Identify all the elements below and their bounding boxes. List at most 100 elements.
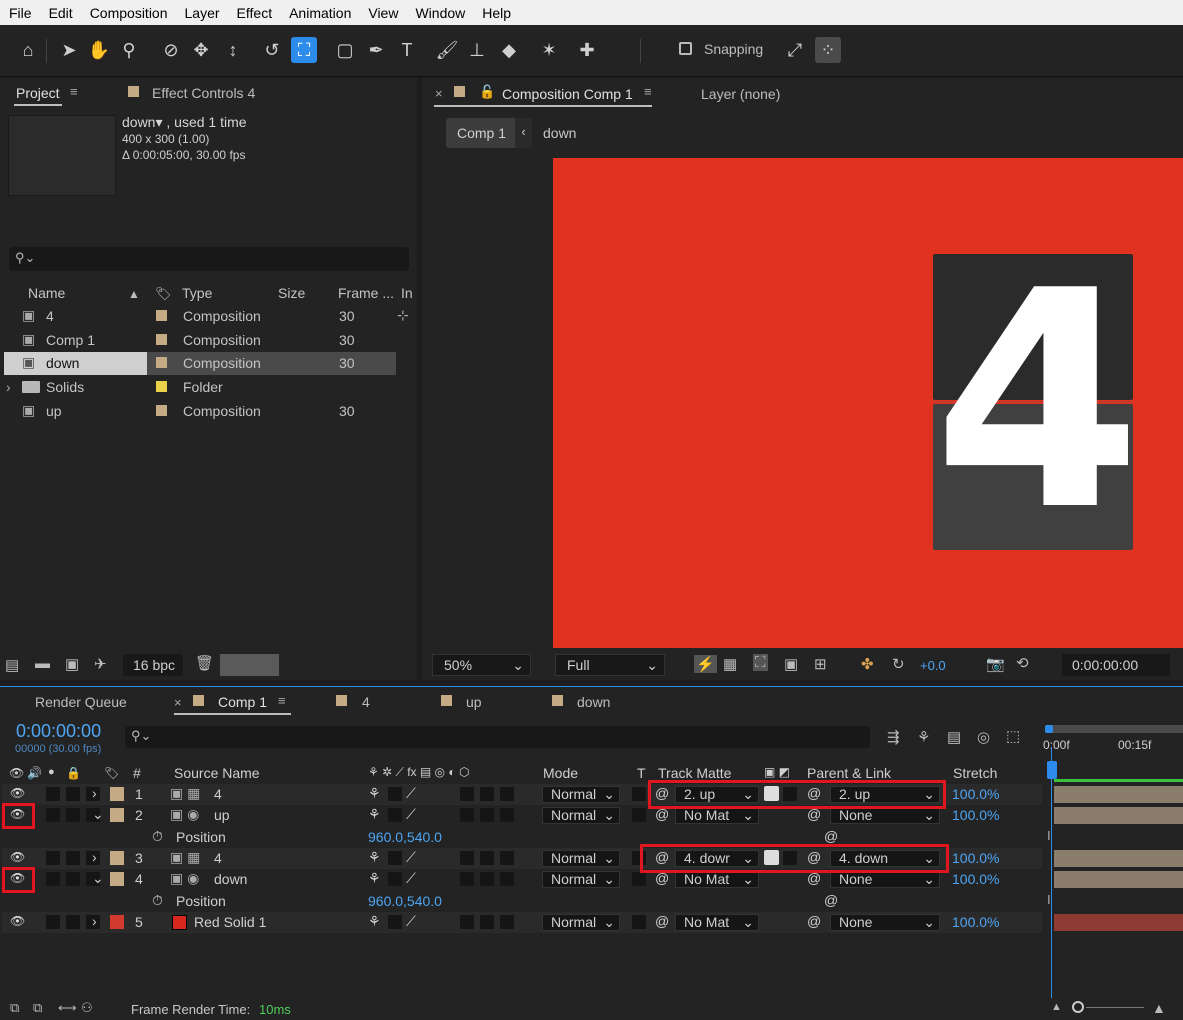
- timeline-timecode[interactable]: 0:00:00:00: [16, 721, 101, 742]
- flowchart-icon[interactable]: ⊹: [397, 307, 409, 324]
- new-folder-icon[interactable]: ▬: [35, 655, 50, 672]
- pan-camera-icon[interactable]: ✥: [188, 37, 214, 63]
- matte-pickwhip-icon[interactable]: @: [655, 913, 669, 929]
- menu-edit[interactable]: Edit: [40, 5, 81, 21]
- shy-switch-icon[interactable]: ⚘: [368, 913, 381, 930]
- col-parent-link[interactable]: Parent & Link: [807, 765, 891, 781]
- tab-render-queue[interactable]: Render Queue: [35, 694, 127, 710]
- brush-tool-icon[interactable]: 🖌: [434, 37, 460, 63]
- project-menu-icon[interactable]: ≡: [70, 84, 78, 99]
- snap-edges-icon[interactable]: ⤢: [782, 37, 808, 63]
- project-settings-icon[interactable]: ✈: [94, 655, 107, 673]
- quality-switch-icon[interactable]: ⟋: [406, 870, 416, 887]
- zoom-out-icon[interactable]: ▲: [1051, 1001, 1062, 1013]
- track-matte-dropdown[interactable]: No Mat ⌄: [675, 871, 759, 888]
- resolution-dropdown[interactable]: Full ⌄: [555, 654, 665, 676]
- type-tool-icon[interactable]: T: [394, 37, 420, 63]
- trash-icon[interactable]: 🗑: [195, 654, 214, 672]
- col-mode[interactable]: Mode: [543, 765, 578, 781]
- layer-switches-icon[interactable]: ⧉: [10, 1000, 19, 1016]
- list-item[interactable]: ▣ Comp 1 Composition 30: [4, 329, 396, 352]
- comp-viewer[interactable]: 4: [553, 158, 1183, 648]
- in-out-toggle-icon[interactable]: ⟷: [58, 1000, 77, 1016]
- shy-switch-icon[interactable]: ⚘: [368, 849, 381, 866]
- parent-dropdown[interactable]: None ⌄: [830, 807, 940, 824]
- mode-dropdown[interactable]: Normal ⌄: [542, 807, 620, 824]
- comp-menu-icon[interactable]: ≡: [644, 84, 652, 99]
- tab-4[interactable]: 4: [362, 694, 370, 710]
- shy-switch-icon[interactable]: ⚘: [368, 806, 381, 823]
- work-area-start-handle[interactable]: [1045, 725, 1053, 733]
- tab-project[interactable]: Project: [16, 85, 60, 101]
- tab-composition[interactable]: Composition Comp 1: [502, 86, 633, 102]
- expand-chevron-icon[interactable]: ›: [92, 913, 97, 929]
- eraser-tool-icon[interactable]: ◆: [496, 37, 522, 63]
- snap-points-icon[interactable]: ⁘: [815, 37, 841, 63]
- playhead-handle[interactable]: [1047, 761, 1057, 779]
- reset-exposure-icon[interactable]: ↻: [892, 655, 905, 673]
- tab-up[interactable]: up: [466, 694, 482, 710]
- visibility-eye-icon[interactable]: 👁: [10, 786, 25, 800]
- timeline-menu-icon[interactable]: ≡: [278, 693, 286, 708]
- layer-bar[interactable]: [1054, 807, 1183, 824]
- parent-dropdown[interactable]: None ⌄: [830, 871, 940, 888]
- shy-switch-icon[interactable]: ⚘: [368, 785, 381, 802]
- col-track-matte[interactable]: Track Matte: [658, 765, 731, 781]
- menu-help[interactable]: Help: [473, 5, 519, 21]
- menu-layer[interactable]: Layer: [176, 5, 228, 21]
- menu-composition[interactable]: Composition: [81, 5, 176, 21]
- menu-effect[interactable]: Effect: [228, 5, 281, 21]
- frame-blending-icon[interactable]: ▤: [947, 728, 961, 746]
- lock-icon[interactable]: 🔓: [479, 84, 495, 100]
- quality-switch-icon[interactable]: ⟋: [406, 913, 416, 930]
- list-item-selected[interactable]: ▣ down Composition 30: [4, 352, 396, 375]
- orbit-camera-icon[interactable]: ⊘: [158, 37, 184, 63]
- menu-window[interactable]: Window: [406, 5, 473, 21]
- menu-view[interactable]: View: [359, 5, 406, 21]
- rotate-tool-icon[interactable]: ↺: [259, 37, 285, 63]
- parent-pickwhip-icon[interactable]: @: [807, 913, 821, 929]
- anchor-point-tool-icon[interactable]: ⛶: [291, 37, 317, 63]
- col-t[interactable]: T: [637, 765, 646, 781]
- layer-bar[interactable]: [1054, 914, 1183, 931]
- puppet-pin-icon[interactable]: ✚: [574, 37, 600, 63]
- motion-blur-icon[interactable]: ◎: [977, 728, 990, 746]
- expression-pickwhip-icon[interactable]: @: [824, 828, 838, 844]
- roto-brush-icon[interactable]: ✶: [536, 37, 562, 63]
- close-icon[interactable]: ×: [174, 695, 182, 710]
- visibility-eye-icon[interactable]: 👁: [10, 914, 25, 928]
- layer-bar[interactable]: [1054, 786, 1183, 803]
- shy-layers-icon[interactable]: ⚘: [917, 728, 930, 746]
- position-value[interactable]: 960.0,540.0: [368, 829, 442, 845]
- dolly-camera-icon[interactable]: ↕: [220, 37, 246, 63]
- menu-animation[interactable]: Animation: [280, 5, 359, 21]
- col-stretch[interactable]: Stretch: [953, 765, 997, 781]
- new-composition-icon[interactable]: ▣: [65, 655, 79, 673]
- thumbnail-swatch[interactable]: [220, 654, 279, 676]
- zoom-tool-icon[interactable]: ⚲: [116, 37, 142, 63]
- show-snapshot-icon[interactable]: ⟲: [1016, 654, 1029, 672]
- clone-stamp-icon[interactable]: ⊥: [464, 37, 490, 63]
- stopwatch-icon[interactable]: ⏱: [152, 892, 163, 909]
- track-matte-dropdown[interactable]: No Mat ⌄: [675, 807, 759, 824]
- expand-chevron-icon[interactable]: ›: [92, 785, 97, 801]
- region-of-interest-icon[interactable]: ▣: [784, 655, 798, 673]
- fast-previews-icon[interactable]: ⚡: [694, 655, 717, 673]
- channel-icon[interactable]: ✤: [861, 655, 874, 673]
- breadcrumb-down[interactable]: down: [543, 125, 576, 141]
- rectangle-tool-icon[interactable]: ▢: [332, 37, 358, 63]
- visibility-eye-icon[interactable]: 👁: [10, 850, 25, 864]
- pen-tool-icon[interactable]: ✒: [363, 37, 389, 63]
- col-number[interactable]: #: [133, 765, 141, 781]
- parent-dropdown[interactable]: None ⌄: [830, 914, 940, 931]
- collapse-chevron-icon[interactable]: ⌄: [92, 870, 104, 887]
- tab-comp1[interactable]: Comp 1: [218, 694, 267, 710]
- work-area-bar[interactable]: [1047, 725, 1183, 733]
- layer-bar[interactable]: [1054, 871, 1183, 888]
- home-icon[interactable]: ⌂: [15, 37, 41, 63]
- mode-dropdown[interactable]: Normal ⌄: [542, 850, 620, 867]
- timeline-search-input[interactable]: ⚲⌄: [125, 726, 870, 748]
- col-type[interactable]: Type: [182, 285, 212, 301]
- property-row[interactable]: ⏱ Position 960.0,540.0 @: [2, 891, 1042, 912]
- hand-tool-icon[interactable]: ✋: [86, 37, 112, 63]
